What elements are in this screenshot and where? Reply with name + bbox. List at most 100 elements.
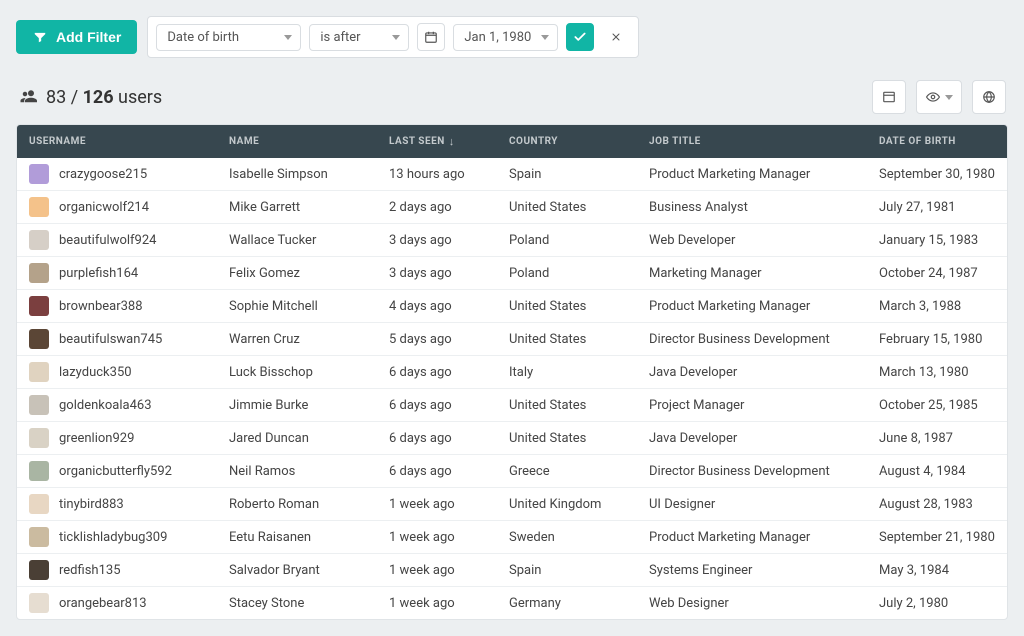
cell-last-seen: 2 days ago xyxy=(377,194,497,221)
avatar xyxy=(29,197,49,217)
cell-username: brownbear388 xyxy=(17,290,217,322)
username-text: greenlion929 xyxy=(59,431,134,446)
close-icon xyxy=(610,31,622,43)
cell-username: organicbutterfly592 xyxy=(17,455,217,487)
eye-icon xyxy=(925,90,941,104)
avatar xyxy=(29,164,49,184)
cell-dob: July 2, 1980 xyxy=(867,590,1007,617)
chevron-down-icon xyxy=(284,35,292,40)
globe-button[interactable] xyxy=(972,80,1006,114)
count-label: users xyxy=(114,87,163,108)
cell-job-title: Business Analyst xyxy=(637,194,867,221)
username-text: orangebear813 xyxy=(59,596,147,611)
col-name[interactable]: NAME xyxy=(217,125,377,158)
table-row[interactable]: greenlion929Jared Duncan6 days agoUnited… xyxy=(17,421,1007,454)
cell-dob: March 13, 1980 xyxy=(867,359,1007,386)
calendar-button[interactable] xyxy=(417,23,445,51)
filter-date-value: Jan 1, 1980 xyxy=(464,30,531,45)
table-body: crazygoose215Isabelle Simpson13 hours ag… xyxy=(17,158,1007,619)
table-row[interactable]: brownbear388Sophie Mitchell4 days agoUni… xyxy=(17,289,1007,322)
cell-name: Felix Gomez xyxy=(217,260,377,287)
cell-dob: July 27, 1981 xyxy=(867,194,1007,221)
count-row: 83 / 126 users xyxy=(16,80,1008,114)
username-text: lazyduck350 xyxy=(59,365,132,380)
table-row[interactable]: beautifulwolf924Wallace Tucker3 days ago… xyxy=(17,223,1007,256)
cell-country: Spain xyxy=(497,557,637,584)
avatar xyxy=(29,362,49,382)
cell-dob: October 24, 1987 xyxy=(867,260,1007,287)
cell-dob: August 4, 1984 xyxy=(867,458,1007,485)
table-row[interactable]: lazyduck350Luck Bisschop6 days agoItalyJ… xyxy=(17,355,1007,388)
table-row[interactable]: orangebear813Stacey Stone1 week agoGerma… xyxy=(17,586,1007,619)
cell-country: Sweden xyxy=(497,524,637,551)
avatar xyxy=(29,428,49,448)
cell-country: Poland xyxy=(497,227,637,254)
table-row[interactable]: ticklishladybug309Eetu Raisanen1 week ag… xyxy=(17,520,1007,553)
globe-icon xyxy=(982,90,996,104)
avatar xyxy=(29,494,49,514)
columns-button[interactable] xyxy=(872,80,906,114)
cell-last-seen: 3 days ago xyxy=(377,227,497,254)
cell-last-seen: 6 days ago xyxy=(377,458,497,485)
cell-name: Mike Garrett xyxy=(217,194,377,221)
count-separator: / xyxy=(66,87,82,108)
filter-clear-button[interactable] xyxy=(602,23,630,51)
cell-dob: September 21, 1980 xyxy=(867,524,1007,551)
cell-job-title: UI Designer xyxy=(637,491,867,518)
cell-username: lazyduck350 xyxy=(17,356,217,388)
result-count: 83 / 126 users xyxy=(18,87,162,108)
cell-job-title: Project Manager xyxy=(637,392,867,419)
add-filter-label: Add Filter xyxy=(56,29,121,45)
filter-confirm-button[interactable] xyxy=(566,23,594,51)
add-filter-button[interactable]: Add Filter xyxy=(16,20,137,54)
cell-username: goldenkoala463 xyxy=(17,389,217,421)
cell-country: Greece xyxy=(497,458,637,485)
avatar xyxy=(29,395,49,415)
columns-icon xyxy=(882,90,896,104)
col-last-seen[interactable]: LAST SEEN↓ xyxy=(377,125,497,158)
filter-operator-select[interactable]: is after xyxy=(309,24,409,51)
chevron-down-icon xyxy=(945,95,953,100)
col-username[interactable]: USERNAME xyxy=(17,125,217,158)
cell-name: Stacey Stone xyxy=(217,590,377,617)
table-row[interactable]: purplefish164Felix Gomez3 days agoPoland… xyxy=(17,256,1007,289)
table-toolbar xyxy=(872,80,1006,114)
sort-desc-icon: ↓ xyxy=(449,135,455,148)
cell-country: United States xyxy=(497,293,637,320)
cell-username: purplefish164 xyxy=(17,257,217,289)
cell-username: beautifulswan745 xyxy=(17,323,217,355)
cell-dob: January 15, 1983 xyxy=(867,227,1007,254)
table-row[interactable]: goldenkoala463Jimmie Burke6 days agoUnit… xyxy=(17,388,1007,421)
cell-country: Germany xyxy=(497,590,637,617)
table-row[interactable]: crazygoose215Isabelle Simpson13 hours ag… xyxy=(17,158,1007,190)
cell-last-seen: 3 days ago xyxy=(377,260,497,287)
username-text: goldenkoala463 xyxy=(59,398,152,413)
table-row[interactable]: organicbutterfly592Neil Ramos6 days agoG… xyxy=(17,454,1007,487)
table-row[interactable]: organicwolf214Mike Garrett2 days agoUnit… xyxy=(17,190,1007,223)
table-row[interactable]: beautifulswan745Warren Cruz5 days agoUni… xyxy=(17,322,1007,355)
filter-field-select[interactable]: Date of birth xyxy=(156,24,301,51)
cell-dob: October 25, 1985 xyxy=(867,392,1007,419)
table-row[interactable]: tinybird883Roberto Roman1 week agoUnited… xyxy=(17,487,1007,520)
col-job-title[interactable]: JOB TITLE xyxy=(637,125,867,158)
col-dob[interactable]: DATE OF BIRTH xyxy=(867,125,1007,158)
cell-job-title: Java Developer xyxy=(637,425,867,452)
chevron-down-icon xyxy=(541,35,549,40)
username-text: beautifulwolf924 xyxy=(59,233,156,248)
username-text: purplefish164 xyxy=(59,266,138,281)
filter-date-select[interactable]: Jan 1, 1980 xyxy=(453,24,558,51)
cell-name: Luck Bisschop xyxy=(217,359,377,386)
cell-last-seen: 1 week ago xyxy=(377,491,497,518)
table-row[interactable]: redfish135Salvador Bryant1 week agoSpain… xyxy=(17,553,1007,586)
username-text: organicbutterfly592 xyxy=(59,464,172,479)
cell-name: Jared Duncan xyxy=(217,425,377,452)
col-country[interactable]: COUNTRY xyxy=(497,125,637,158)
cell-last-seen: 1 week ago xyxy=(377,524,497,551)
visibility-button[interactable] xyxy=(916,80,962,114)
avatar xyxy=(29,329,49,349)
cell-country: United States xyxy=(497,194,637,221)
cell-username: organicwolf214 xyxy=(17,191,217,223)
cell-job-title: Product Marketing Manager xyxy=(637,524,867,551)
cell-job-title: Director Business Development xyxy=(637,458,867,485)
cell-dob: August 28, 1983 xyxy=(867,491,1007,518)
